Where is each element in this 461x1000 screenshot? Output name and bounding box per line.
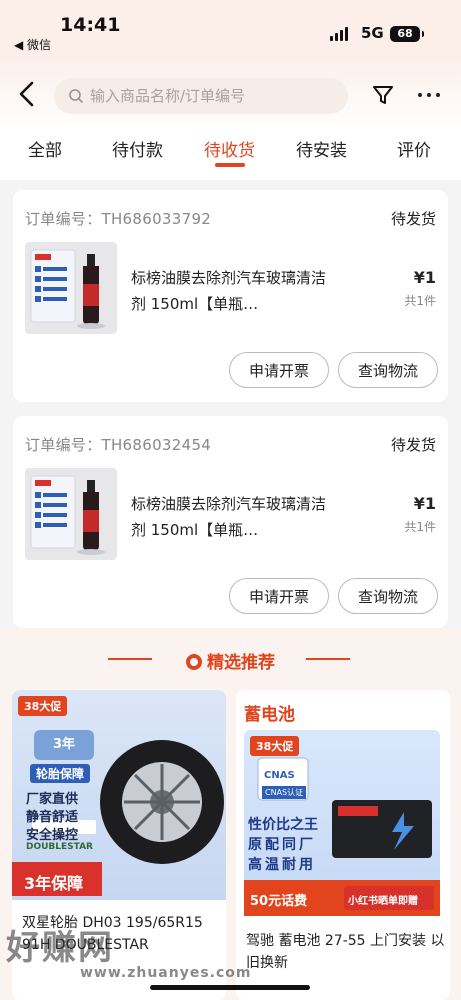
tab-pending-install[interactable]: 待安装 [296,136,347,161]
back-to-app-link[interactable]: ◀ 微信 [14,36,51,53]
product-thumbnail[interactable] [25,242,117,334]
product-image [30,475,105,555]
feature-2: 静音舒适 [26,810,79,825]
promo-tag: 38大促 [250,736,300,756]
watermark-logo: 好赚网 [6,928,114,968]
watermark-url: www.zhuanyes.com [80,965,252,981]
promo-banner-left: 50元话费 [250,894,308,909]
category-label: 蓄电池 [244,705,295,725]
search-input[interactable] [90,87,330,105]
dot-icon [427,93,431,97]
item-quantity: 共1件 [404,520,436,534]
active-tab-indicator [215,163,245,167]
status-bar: 14:41 ◀ 微信 5G 68 [0,0,461,58]
track-logistics-button[interactable]: 查询物流 [338,352,438,388]
warranty-badge-label: 轮胎保障 [30,764,91,783]
battery-icon: 68 [390,26,424,42]
tab-pending-receipt[interactable]: 待收货 [204,136,255,161]
network-type: 5G [361,24,384,42]
tab-pending-payment[interactable]: 待付款 [112,136,163,161]
product-thumbnail[interactable] [25,468,117,560]
feature-3: 安全操控 [26,828,79,843]
cert-label: CNAS认证 [262,786,307,799]
filter-icon [373,86,393,104]
signal-icon [330,27,348,41]
order-status: 待发货 [390,436,436,454]
slogan-3: 高温耐用 [248,857,316,873]
brand-logo: DOUBLESTAR [26,842,93,852]
warranty-badge: 3年 [34,730,94,760]
search-bar[interactable] [54,78,348,114]
heart-icon [186,654,202,670]
feature-1: 厂家直供 [26,792,79,807]
slogan-2: 原配同厂 [248,837,316,853]
request-invoice-button[interactable]: 申请开票 [229,352,329,388]
cert-logo: CNAS [264,770,295,781]
dot-icon [418,93,422,97]
dot-icon [436,93,440,97]
slogan-1: 性价比之王 [248,817,318,833]
order-card[interactable]: 订单编号：TH686032454 待发货 标榜油膜去除剂汽车玻璃清洁剂 150m… [13,416,448,628]
tab-all[interactable]: 全部 [28,136,62,161]
search-icon [69,89,83,103]
filter-button[interactable] [370,82,396,108]
back-button[interactable] [14,78,42,110]
item-quantity: 共1件 [404,294,436,308]
order-status: 待发货 [390,210,436,228]
section-title: 精选推荐 [0,648,461,673]
warranty-banner: 3年保障 [24,874,84,893]
clock: 14:41 [60,14,121,36]
request-invoice-button[interactable]: 申请开票 [229,578,329,614]
item-title[interactable]: 标榜油膜去除剂汽车玻璃清洁剂 150ml【单瓶… [131,265,331,317]
item-price: ¥1 [413,494,436,513]
item-title[interactable]: 标榜油膜去除剂汽车玻璃清洁剂 150ml【单瓶… [131,491,331,543]
item-price: ¥1 [413,268,436,287]
order-tabs: 全部 待付款 待收货 待安装 评价 [0,136,461,180]
order-card[interactable]: 订单编号：TH686033792 待发货 标榜油膜去除剂汽车玻璃清洁剂 150m… [13,190,448,402]
track-logistics-button[interactable]: 查询物流 [338,578,438,614]
product-card-battery[interactable]: 蓄电池 38大促 CNAS CNAS认证 性价比之王 原配同厂 高温耐用 50元… [236,690,450,1000]
order-number: 订单编号：TH686032454 [25,436,212,454]
product-image [30,249,105,329]
promo-tag: 38大促 [18,696,68,716]
tab-review[interactable]: 评价 [397,136,431,161]
product-name[interactable]: 驾驰 蓄电池 27-55 上门安装 以旧换新 [246,930,446,974]
home-indicator[interactable] [150,985,310,990]
more-options-button[interactable] [414,82,444,108]
promo-banner-right: 小红书晒单即赠 [348,896,418,907]
order-number: 订单编号：TH686033792 [25,210,212,228]
chevron-left-icon [19,81,34,107]
